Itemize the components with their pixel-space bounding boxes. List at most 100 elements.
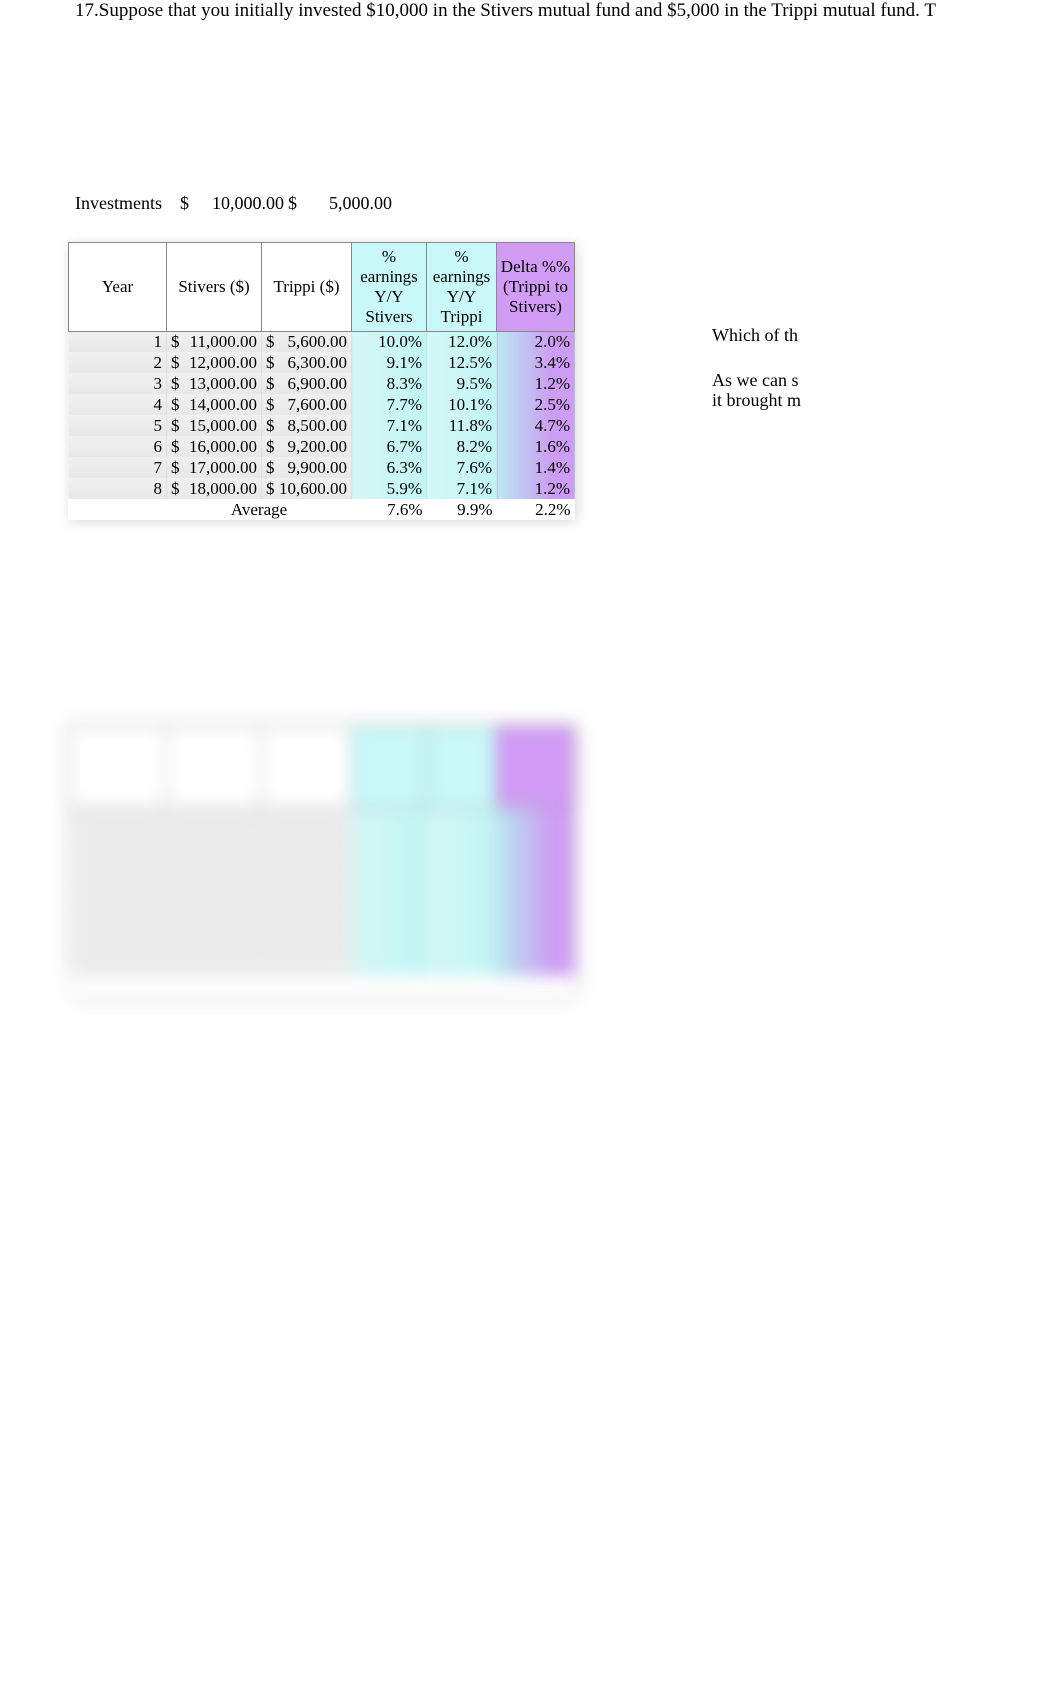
table-row: 5 $15,000.00 $8,500.00 7.1% 11.8% 4.7% <box>69 415 575 436</box>
header-pct-stivers: % earnings Y/Y Stivers <box>352 242 427 331</box>
table-row: . . . . . . <box>69 934 575 955</box>
blurred-cell: . <box>352 850 427 871</box>
blurred-cell: . <box>352 829 427 850</box>
blurred-cell: . <box>262 934 352 955</box>
blurred-cell: . <box>427 829 497 850</box>
blurred-cell: . <box>427 871 497 892</box>
investments-label: Investments <box>75 193 180 214</box>
table-row: 2 $12,000.00 $6,300.00 9.1% 12.5% 3.4% <box>69 352 575 373</box>
blurred-cell: . <box>497 934 575 955</box>
blurred-cell: . <box>262 892 352 913</box>
average-row: . . . . <box>69 976 575 997</box>
header-cell: . <box>262 726 352 808</box>
delta-cell: 1.6% <box>497 436 575 457</box>
blurred-cell: . <box>497 913 575 934</box>
data-table: Year Stivers ($) Trippi ($) % earnings Y… <box>68 242 575 521</box>
table-row: . . . . . . <box>69 850 575 871</box>
pct-trippi-cell: 10.1% <box>427 394 497 415</box>
table-row: 1 $11,000.00 $5,600.00 10.0% 12.0% 2.0% <box>69 331 575 352</box>
header-delta: Delta %% (Trippi to Stivers) <box>497 242 575 331</box>
stivers-cell: $14,000.00 <box>167 394 262 415</box>
header-cell: . <box>427 726 497 808</box>
trippi-cell: $9,200.00 <box>262 436 352 457</box>
blurred-cell: . <box>69 955 167 976</box>
trippi-cell: $7,600.00 <box>262 394 352 415</box>
blurred-cell: . <box>69 808 167 829</box>
header-cell: . <box>167 726 262 808</box>
empty-cell <box>69 499 167 520</box>
table-row: . . . . . . <box>69 871 575 892</box>
blurred-cell: . <box>352 892 427 913</box>
pct-trippi-cell: 11.8% <box>427 415 497 436</box>
delta-cell: 4.7% <box>497 415 575 436</box>
blurred-cell: . <box>167 850 262 871</box>
blurred-cell: . <box>427 934 497 955</box>
blurred-cell: . <box>69 892 167 913</box>
stivers-cell: $11,000.00 <box>167 331 262 352</box>
pct-stivers-cell: 7.1% <box>352 415 427 436</box>
pct-stivers-cell: 10.0% <box>352 331 427 352</box>
blurred-cell: . <box>69 913 167 934</box>
blurred-cell: . <box>427 913 497 934</box>
blurred-cell: . <box>167 955 262 976</box>
blurred-cell: . <box>497 955 575 976</box>
blurred-cell: . <box>427 808 497 829</box>
blurred-cell: . <box>497 829 575 850</box>
year-cell: 1 <box>69 331 167 352</box>
question-text: 17.Suppose that you initially invested $… <box>0 0 1062 23</box>
stivers-cell: $18,000.00 <box>167 478 262 499</box>
pct-stivers-cell: 6.7% <box>352 436 427 457</box>
investments-row: Investments $ 10,000.00 $ 5,000.00 <box>75 193 1062 214</box>
pct-stivers-cell: 8.3% <box>352 373 427 394</box>
avg-delta: 2.2% <box>497 499 575 520</box>
pct-trippi-cell: 7.1% <box>427 478 497 499</box>
blurred-cell: . <box>69 871 167 892</box>
blurred-cell: . <box>352 955 427 976</box>
pct-stivers-cell: 7.7% <box>352 394 427 415</box>
pct-stivers-cell: 9.1% <box>352 352 427 373</box>
header-cell: . <box>352 726 427 808</box>
blurred-cell: . <box>427 892 497 913</box>
pct-trippi-cell: 8.2% <box>427 436 497 457</box>
header-cell: . <box>497 726 575 808</box>
blurred-table: . . . . . . . . . . . . . . . . . . . . … <box>68 725 575 997</box>
blurred-cell: . <box>497 892 575 913</box>
header-stivers: Stivers ($) <box>167 242 262 331</box>
blurred-table-container: . . . . . . . . . . . . . . . . . . . . … <box>68 725 1062 1002</box>
blurred-cell: . <box>497 871 575 892</box>
table-row: . . . . . . <box>69 829 575 850</box>
blurred-cell <box>69 976 167 997</box>
delta-cell: 2.5% <box>497 394 575 415</box>
trippi-cell: $10,600.00 <box>262 478 352 499</box>
dollar-sign: $ <box>288 193 306 214</box>
delta-cell: 3.4% <box>497 352 575 373</box>
blurred-cell: . <box>262 955 352 976</box>
blurred-cell: . <box>167 808 262 829</box>
blurred-cell: . <box>262 913 352 934</box>
delta-cell: 1.2% <box>497 373 575 394</box>
table-row: 6 $16,000.00 $9,200.00 6.7% 8.2% 1.6% <box>69 436 575 457</box>
blurred-cell: . <box>69 934 167 955</box>
year-cell: 3 <box>69 373 167 394</box>
stivers-cell: $12,000.00 <box>167 352 262 373</box>
blurred-cell: . <box>497 976 575 997</box>
blurred-cell: . <box>69 850 167 871</box>
table-row: . . . . . . <box>69 808 575 829</box>
pct-trippi-cell: 9.5% <box>427 373 497 394</box>
delta-cell: 2.0% <box>497 331 575 352</box>
avg-pct-trippi: 9.9% <box>427 499 497 520</box>
trippi-cell: $6,900.00 <box>262 373 352 394</box>
trippi-cell: $5,600.00 <box>262 331 352 352</box>
year-cell: 8 <box>69 478 167 499</box>
pct-trippi-cell: 7.6% <box>427 457 497 478</box>
stivers-investment: 10,000.00 <box>198 193 288 214</box>
blurred-cell: . <box>167 829 262 850</box>
pct-stivers-cell: 5.9% <box>352 478 427 499</box>
blurred-cell: . <box>352 871 427 892</box>
main-table-container: Year Stivers ($) Trippi ($) % earnings Y… <box>68 242 1062 526</box>
blurred-cell: . <box>352 808 427 829</box>
stivers-cell: $15,000.00 <box>167 415 262 436</box>
table-row: . . . . . . <box>69 892 575 913</box>
pct-trippi-cell: 12.0% <box>427 331 497 352</box>
table-row: 4 $14,000.00 $7,600.00 7.7% 10.1% 2.5% <box>69 394 575 415</box>
